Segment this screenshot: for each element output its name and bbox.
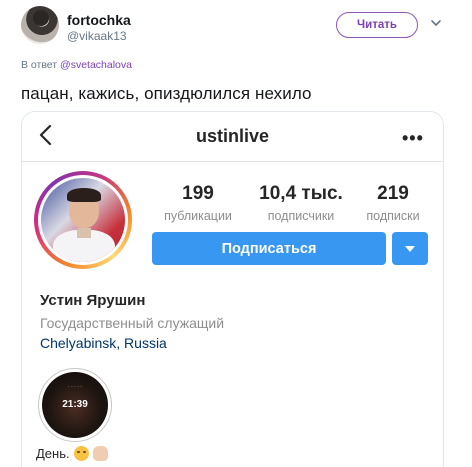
profile-location: Chelyabinsk, Russia bbox=[40, 335, 167, 351]
highlight-label: День. bbox=[36, 446, 108, 461]
profile-full-name: Устин Ярушин bbox=[40, 292, 146, 309]
reply-context: В ответ @svetachalova bbox=[21, 59, 132, 71]
reply-prefix: В ответ bbox=[21, 59, 58, 71]
story-ring bbox=[34, 171, 132, 269]
user-handle[interactable]: @vikaak13 bbox=[67, 29, 127, 43]
stat-value: 219 bbox=[377, 183, 409, 204]
story-highlight: · · · · · 21:39 bbox=[38, 368, 112, 442]
user-avatar[interactable] bbox=[21, 6, 59, 44]
profile-category: Государственный служащий bbox=[40, 315, 225, 331]
stat-followers: 10,4 тыс. подписчики bbox=[250, 183, 352, 223]
chevron-down-icon[interactable] bbox=[429, 16, 443, 30]
highlight-title: День. bbox=[36, 446, 70, 461]
relieved-face-icon bbox=[73, 446, 89, 461]
stat-label: подписчики bbox=[267, 209, 335, 223]
display-name[interactable]: fortochka bbox=[67, 12, 131, 28]
triangle-down-icon bbox=[405, 245, 415, 252]
stat-value: 199 bbox=[182, 183, 214, 204]
ig-header: ustinlive ••• bbox=[22, 112, 443, 162]
more-dots-icon: ••• bbox=[402, 128, 424, 148]
stat-label: подписки bbox=[366, 209, 420, 223]
highlight-time: 21:39 bbox=[62, 399, 88, 410]
reply-mention-link[interactable]: @svetachalova bbox=[60, 59, 132, 71]
ig-username: ustinlive bbox=[195, 126, 270, 146]
stat-following: 219 подписки bbox=[348, 183, 438, 223]
highlight-cover: · · · · · 21:39 bbox=[42, 372, 108, 438]
stat-value: 10,4 тыс. bbox=[259, 183, 343, 204]
stat-label: публикации bbox=[164, 209, 232, 223]
subscribe-button: Подписаться bbox=[152, 232, 386, 265]
raised-hands-icon bbox=[92, 446, 108, 461]
stat-posts: 199 публикации bbox=[154, 183, 242, 223]
tweet-text: пацан, кажись, опиздюлился нехило bbox=[21, 84, 312, 103]
profile-photo bbox=[41, 178, 125, 262]
follow-button[interactable]: Читать bbox=[336, 12, 418, 38]
suggestions-dropdown-button bbox=[392, 232, 428, 265]
attached-image[interactable]: ustinlive ••• 199 публикации 10,4 тыс. п… bbox=[21, 111, 444, 467]
